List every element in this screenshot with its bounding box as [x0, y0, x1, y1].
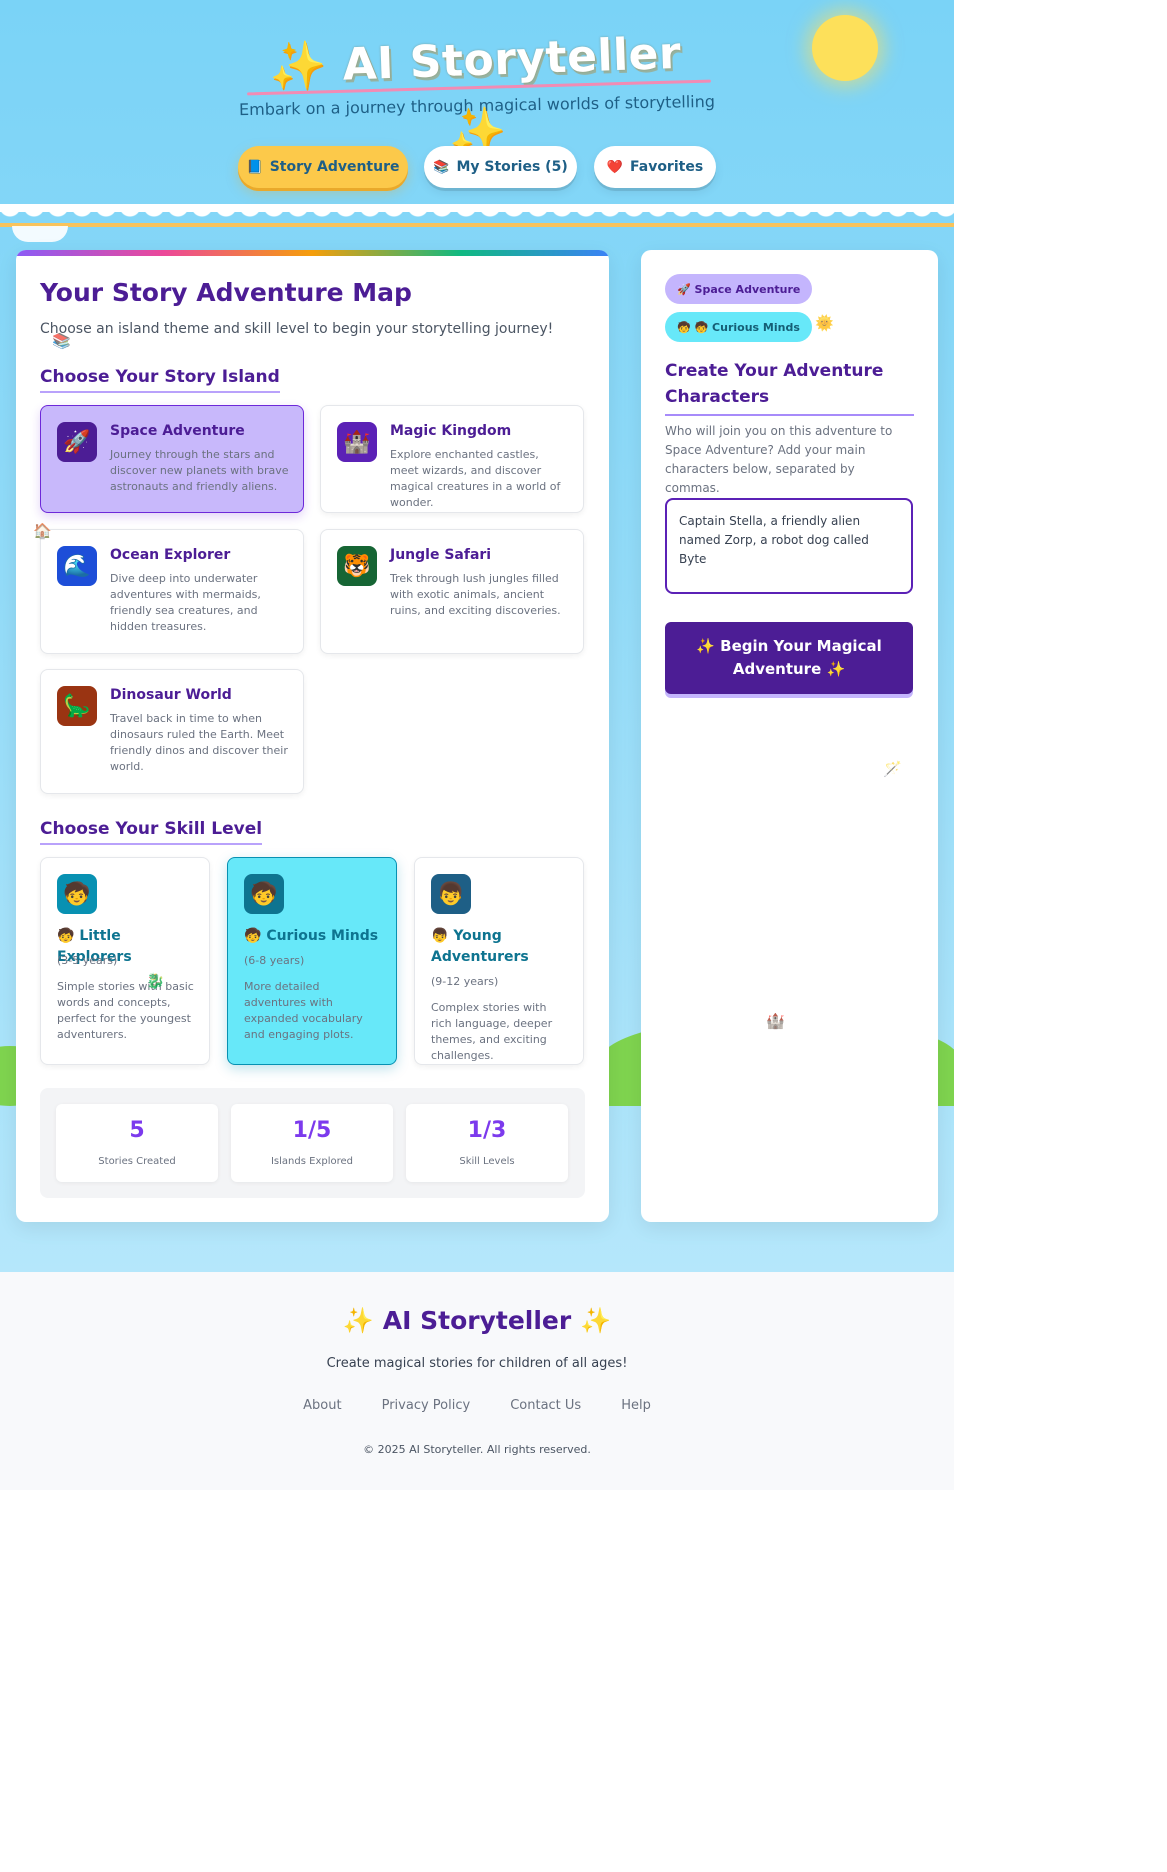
- footer-link-privacy[interactable]: Privacy Policy: [382, 1398, 471, 1413]
- skill-curious-minds[interactable]: 🧒 🧒 Curious Minds (6-8 years) More detai…: [227, 857, 397, 1065]
- characters-desc: Who will join you on this adventure to S…: [665, 424, 893, 495]
- nav-label: My Stories (5): [456, 159, 568, 175]
- skill-desc: Simple stories with basic words and conc…: [57, 980, 194, 1041]
- footer-title-text: AI Storyteller: [382, 1306, 572, 1335]
- page: ✨ AI Storyteller ✨ Embark on a journey t…: [0, 0, 954, 1490]
- stat-label: Stories Created: [98, 1156, 176, 1167]
- footer-link-about[interactable]: About: [303, 1398, 341, 1413]
- rainbow-bar: [16, 250, 609, 256]
- skill-age: (9-12 years): [431, 975, 499, 988]
- skill-name: 👦 Young Adventurers: [431, 926, 571, 968]
- island-jungle-safari[interactable]: 🐯 Jungle Safari Trek through lush jungle…: [320, 529, 584, 654]
- footer-link-help[interactable]: Help: [621, 1398, 651, 1413]
- characters-heading: Create Your Adventure Characters: [665, 358, 914, 416]
- cloud-decoration: [12, 226, 68, 242]
- heart-icon: ❤️: [606, 159, 623, 175]
- book-icon: 📘: [246, 159, 263, 175]
- sparkle-icon: ✨: [579, 1306, 612, 1335]
- gold-divider: [0, 223, 954, 227]
- footer-link-contact[interactable]: Contact Us: [510, 1398, 581, 1413]
- stat-value: 1/3: [467, 1118, 507, 1143]
- nav-label: Story Adventure: [269, 159, 400, 175]
- stat-islands-explored: 1/5 Islands Explored: [231, 1104, 393, 1182]
- begin-adventure-button[interactable]: ✨ Begin Your Magical Adventure ✨: [665, 622, 913, 694]
- books-icon: 📚: [433, 159, 450, 175]
- stat-stories-created: 5 Stories Created: [56, 1104, 218, 1182]
- intro-text: Choose an island theme and skill level t…: [40, 321, 554, 337]
- island-space-adventure[interactable]: 🚀 Space Adventure Journey through the st…: [40, 405, 304, 513]
- island-desc: Journey through the stars and discover n…: [110, 448, 289, 493]
- stats-panel: 5 Stories Created 1/5 Islands Explored 1…: [40, 1088, 585, 1198]
- skill-age: (3-5 years): [57, 954, 118, 967]
- skill-age: (6-8 years): [244, 954, 305, 967]
- stat-label: Skill Levels: [459, 1156, 515, 1167]
- skill-name: 🧒 Curious Minds: [244, 926, 384, 947]
- island-name: Magic Kingdom: [390, 423, 512, 439]
- island-ocean-explorer[interactable]: 🌊 Ocean Explorer Dive deep into underwat…: [40, 529, 304, 654]
- main-nav: 📘 Story Adventure 📚 My Stories (5) ❤️ Fa…: [0, 146, 954, 192]
- copyright: © 2025 AI Storyteller. All rights reserv…: [363, 1443, 591, 1456]
- skill-name-text: Curious Minds: [266, 928, 379, 944]
- castle-icon: 🏰: [337, 422, 377, 462]
- skill-little-explorers[interactable]: 🧒 🧒 Little Explorers (3-5 years) Simple …: [40, 857, 210, 1065]
- sun-decoration: [812, 15, 878, 81]
- child-icon: 🧒: [57, 928, 75, 944]
- adventure-map-card: Your Story Adventure Map Choose an islan…: [16, 250, 609, 1222]
- skill-desc: Complex stories with rich language, deep…: [431, 1001, 553, 1062]
- stat-skill-levels: 1/3 Skill Levels: [406, 1104, 568, 1182]
- wand-float-icon: 🪄: [883, 760, 902, 778]
- island-dinosaur-world[interactable]: 🦕 Dinosaur World Travel back in time to …: [40, 669, 304, 794]
- skill-young-adventurers[interactable]: 👦 👦 Young Adventurers (9-12 years) Compl…: [414, 857, 584, 1065]
- sparkle-icon: ✨: [268, 37, 328, 94]
- child-icon: 🧒: [244, 874, 284, 914]
- skills-heading: Choose Your Skill Level: [40, 819, 263, 845]
- page-title: Your Story Adventure Map: [40, 278, 412, 307]
- skill-chip: 🧒 🧒 Curious Minds: [665, 312, 812, 342]
- island-desc: Trek through lush jungles filled with ex…: [390, 572, 561, 617]
- tiger-icon: 🐯: [337, 546, 377, 586]
- boy-icon: 👦: [431, 928, 449, 944]
- boy-icon: 👦: [431, 874, 471, 914]
- stat-label: Islands Explored: [270, 1156, 353, 1167]
- island-name: Space Adventure: [110, 423, 245, 439]
- sparkle-icon: ✨: [342, 1306, 375, 1335]
- nav-story-adventure[interactable]: 📘 Story Adventure: [238, 146, 408, 188]
- dragon-float-icon: 🐉: [146, 972, 165, 990]
- stat-value: 5: [129, 1118, 145, 1143]
- child-icon: 🧒: [244, 928, 262, 944]
- nav-my-stories[interactable]: 📚 My Stories (5): [424, 146, 577, 188]
- island-name: Ocean Explorer: [110, 547, 231, 563]
- skill-desc: More detailed adventures with expanded v…: [244, 980, 363, 1041]
- book-float-icon: 📚: [52, 332, 71, 350]
- child-icon: 🧒: [57, 874, 97, 914]
- sun-float-icon: 🌞: [815, 314, 834, 332]
- island-desc: Explore enchanted castles, meet wizards,…: [390, 448, 561, 509]
- house-float-icon: 🏠: [33, 522, 52, 540]
- footer-links: About Privacy Policy Contact Us Help: [0, 1398, 954, 1413]
- footer: ✨ AI Storyteller ✨ Create magical storie…: [0, 1272, 954, 1490]
- island-name: Jungle Safari: [390, 547, 492, 563]
- footer-title: ✨ AI Storyteller ✨: [0, 1306, 954, 1336]
- dinosaur-icon: 🦕: [57, 686, 97, 726]
- wave-icon: 🌊: [57, 546, 97, 586]
- characters-card: 🚀 Space Adventure 🧒 🧒 Curious Minds Crea…: [641, 250, 938, 1222]
- theme-chip: 🚀 Space Adventure: [665, 274, 813, 304]
- island-desc: Travel back in time to when dinosaurs ru…: [110, 712, 288, 773]
- nav-label: Favorites: [630, 159, 704, 175]
- nav-favorites[interactable]: ❤️ Favorites: [594, 146, 716, 188]
- island-magic-kingdom[interactable]: 🏰 Magic Kingdom Explore enchanted castle…: [320, 405, 584, 513]
- stat-value: 1/5: [292, 1118, 332, 1143]
- island-desc: Dive deep into underwater adventures wit…: [110, 572, 261, 633]
- castle-float-icon: 🏰: [766, 1012, 785, 1030]
- rocket-icon: 🚀: [57, 422, 97, 462]
- characters-input[interactable]: Captain Stella, a friendly alien named Z…: [665, 498, 913, 594]
- island-name: Dinosaur World: [110, 687, 232, 703]
- islands-heading: Choose Your Story Island: [40, 367, 280, 393]
- footer-tagline: Create magical stories for children of a…: [326, 1356, 628, 1371]
